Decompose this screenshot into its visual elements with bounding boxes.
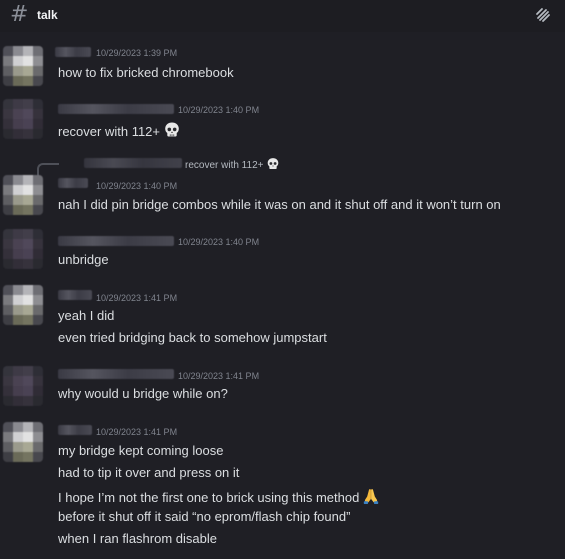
avatar[interactable] bbox=[3, 285, 43, 325]
username-redacted[interactable] bbox=[55, 47, 91, 57]
avatar[interactable] bbox=[3, 422, 43, 462]
message-text-content: I hope I’m not the first one to brick us… bbox=[58, 490, 360, 505]
username-redacted[interactable] bbox=[58, 369, 174, 379]
skull-emoji bbox=[163, 121, 181, 143]
avatar[interactable] bbox=[3, 366, 43, 406]
username-redacted[interactable] bbox=[58, 425, 92, 435]
message-text: why would u bridge while on? bbox=[58, 386, 228, 401]
message-text: even tried bridging back to somehow jump… bbox=[58, 330, 327, 345]
message-text: had to tip it over and press on it bbox=[58, 465, 240, 480]
avatar[interactable] bbox=[3, 46, 43, 86]
username-redacted[interactable] bbox=[58, 236, 174, 246]
message-text: yeah I did bbox=[58, 308, 115, 323]
message-text: recover with 112+ bbox=[58, 121, 181, 143]
channel-header: # talk bbox=[0, 0, 565, 32]
message-timestamp: 10/29/2023 1:40 PM bbox=[96, 181, 178, 191]
threads-icon[interactable] bbox=[533, 5, 553, 25]
message-timestamp: 10/29/2023 1:41 PM bbox=[178, 371, 260, 381]
channel-title: talk bbox=[37, 8, 58, 22]
username-redacted[interactable] bbox=[58, 104, 174, 114]
message-text-content: recover with 112+ bbox=[58, 124, 161, 139]
message-timestamp: 10/29/2023 1:39 PM bbox=[96, 48, 178, 58]
message-text: my bridge kept coming loose bbox=[58, 443, 224, 458]
folded-hands-emoji bbox=[362, 487, 380, 509]
avatar[interactable] bbox=[3, 175, 43, 215]
message-timestamp: 10/29/2023 1:40 PM bbox=[178, 237, 260, 247]
username-redacted[interactable] bbox=[58, 178, 88, 188]
avatar[interactable] bbox=[3, 229, 43, 269]
reply-preview[interactable]: recover with 112+ bbox=[185, 157, 280, 174]
message-text: when I ran flashrom disable bbox=[58, 531, 217, 546]
avatar[interactable] bbox=[3, 99, 43, 139]
message-timestamp: 10/29/2023 1:41 PM bbox=[96, 427, 178, 437]
hash-icon: # bbox=[10, 2, 29, 27]
message-text: unbridge bbox=[58, 252, 109, 267]
message-timestamp: 10/29/2023 1:41 PM bbox=[96, 293, 178, 303]
reply-preview-text: recover with 112+ bbox=[185, 160, 264, 171]
skull-emoji bbox=[266, 157, 280, 174]
message-timestamp: 10/29/2023 1:40 PM bbox=[178, 105, 260, 115]
message-text: nah I did pin bridge combos while it was… bbox=[58, 197, 501, 212]
message-text: how to fix bricked chromebook bbox=[58, 65, 234, 80]
reply-username-redacted[interactable] bbox=[84, 158, 182, 168]
message-text: before it shut off it said “no eprom/fla… bbox=[58, 509, 351, 524]
message-text: I hope I’m not the first one to brick us… bbox=[58, 487, 380, 509]
username-redacted[interactable] bbox=[58, 290, 92, 300]
